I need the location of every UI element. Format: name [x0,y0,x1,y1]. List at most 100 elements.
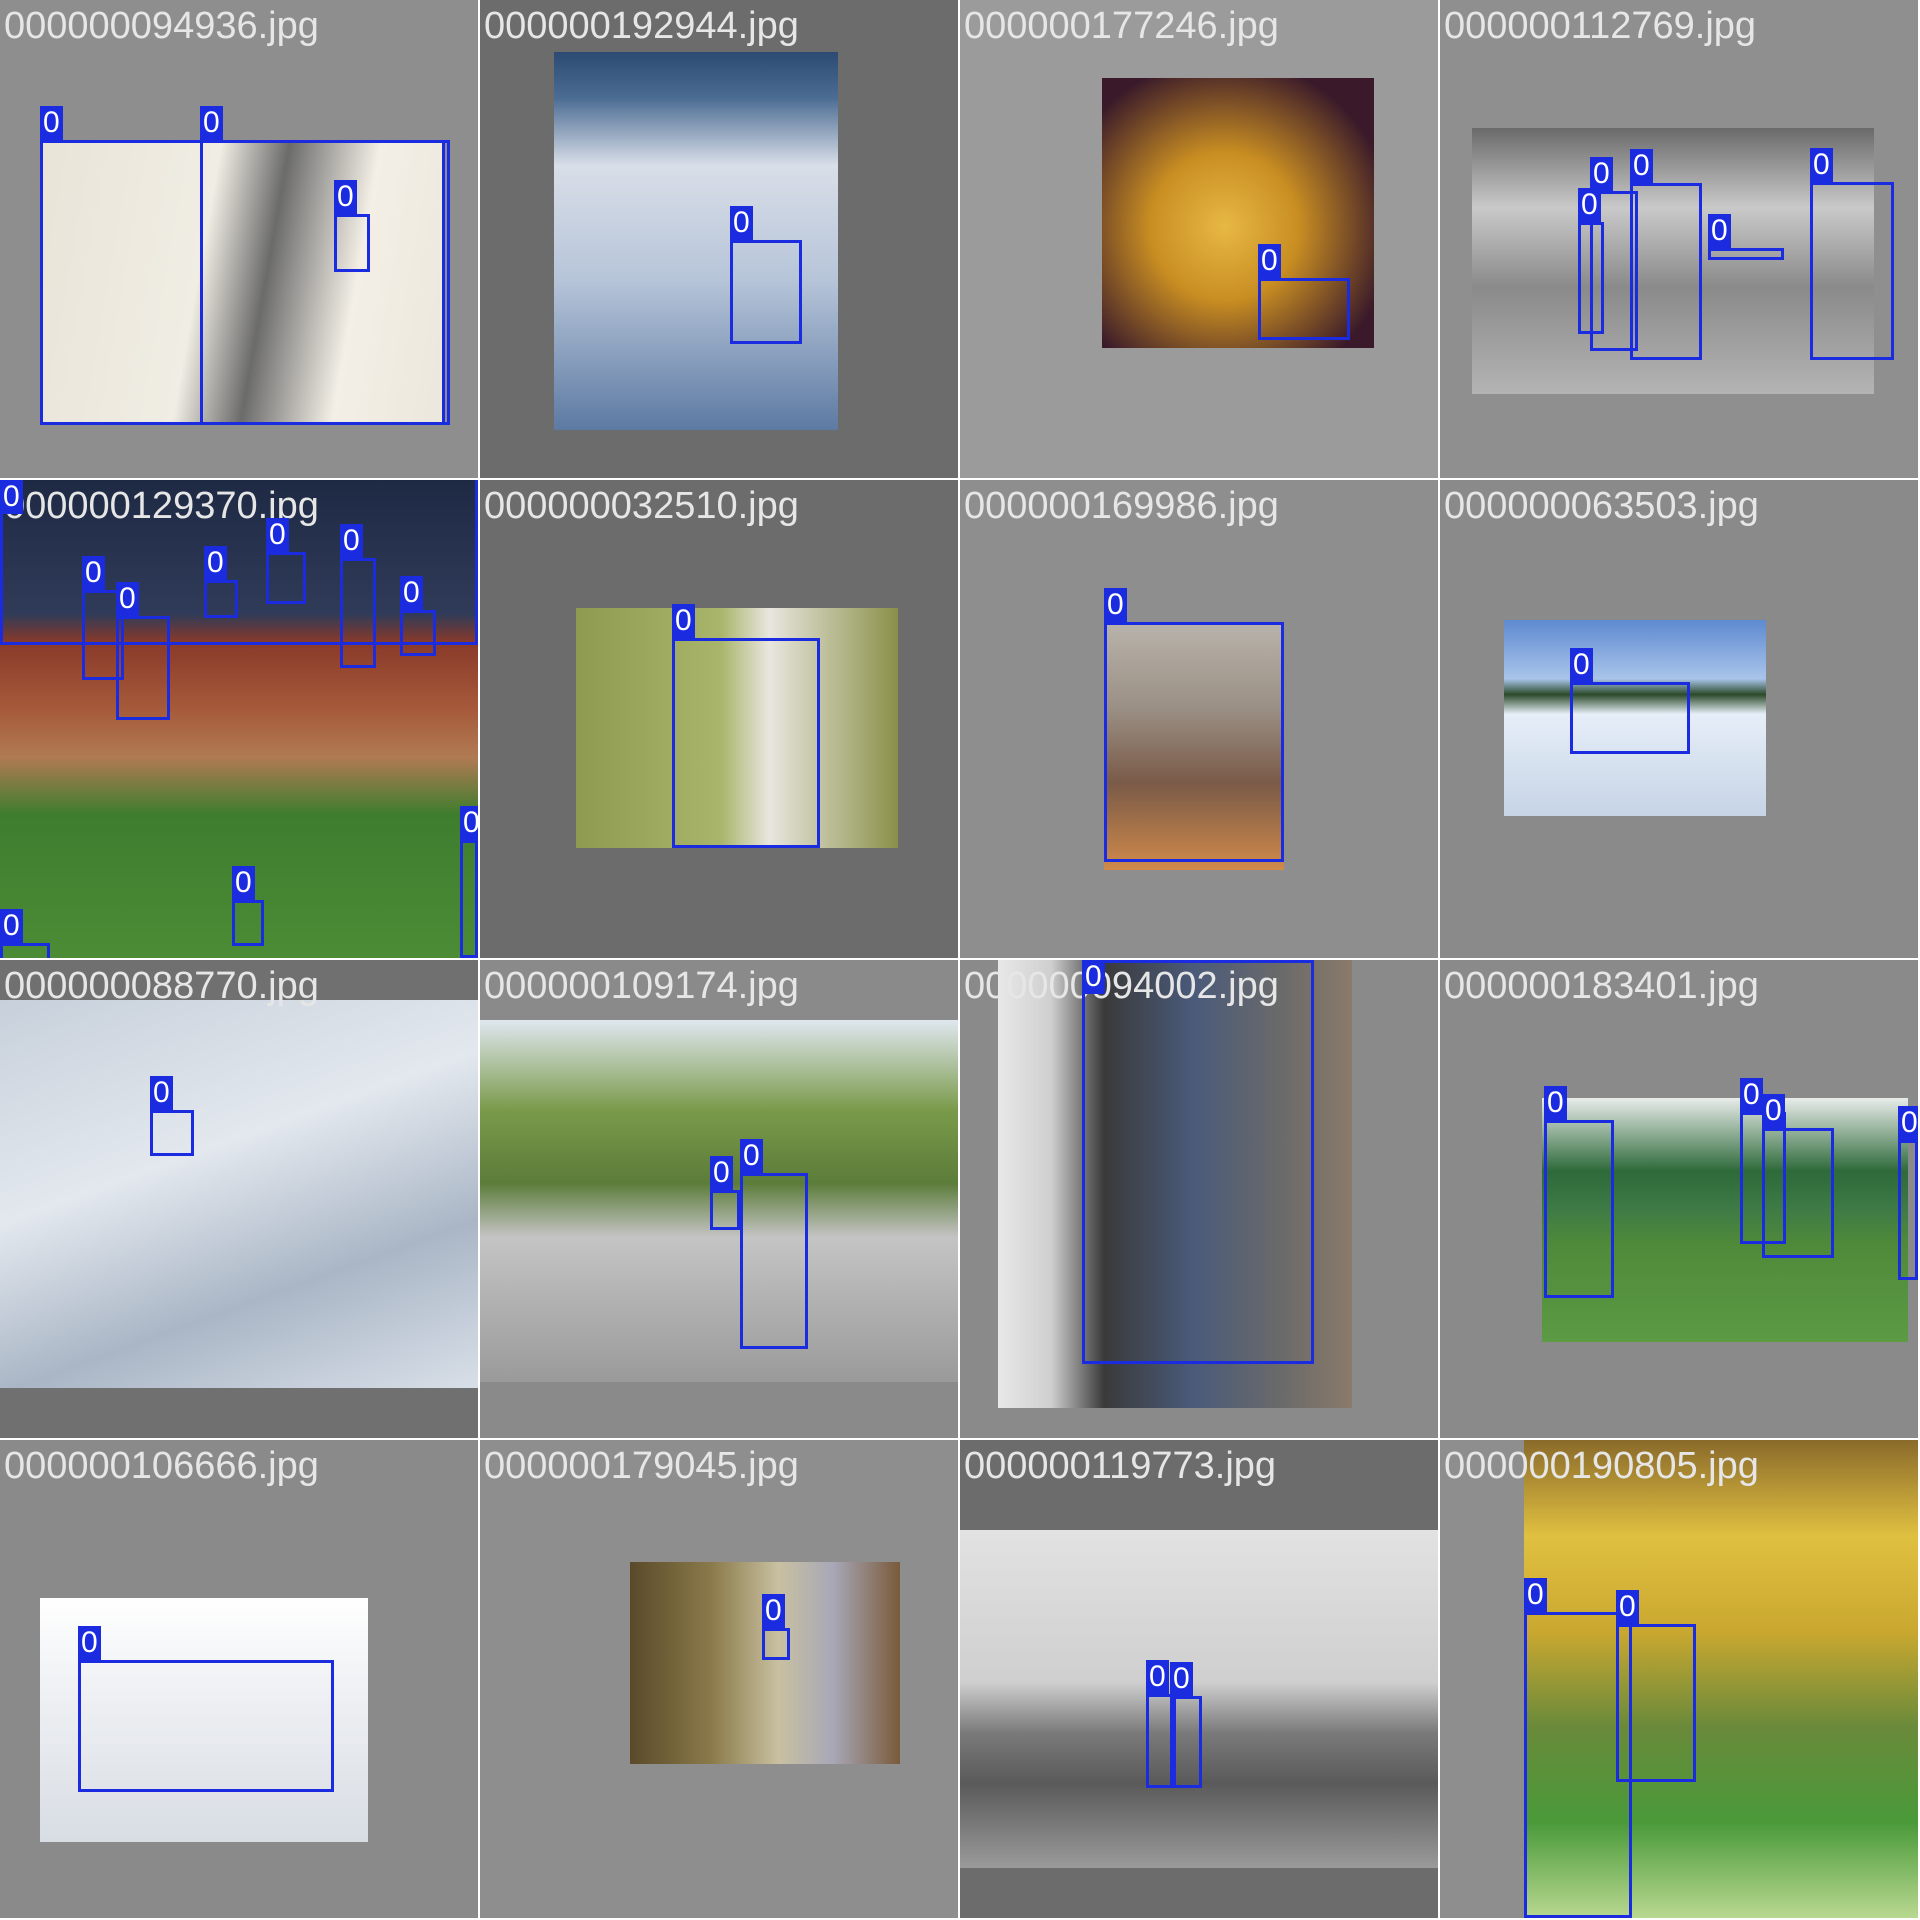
tile: 000000179045.jpg 0 [480,1440,958,1918]
detection-box [762,1628,790,1660]
detection-class-label: 0 [400,576,423,610]
tile-photo [0,1000,478,1388]
detection-class-label: 0 [266,518,289,552]
detection-class-label: 0 [200,106,223,140]
tile-filename: 000000094936.jpg [4,5,319,47]
detection-class-label: 0 [1578,188,1601,222]
tile: 000000190805.jpg 0 0 [1440,1440,1918,1918]
tile-filename: 000000032510.jpg [484,485,799,527]
detection-box [116,616,170,720]
detection-class-label: 0 [340,524,363,558]
detection-class-label: 0 [1570,648,1593,682]
tile: 000000183401.jpg 0 0 0 0 [1440,960,1918,1438]
detection-box [1544,1120,1614,1298]
detection-box [1708,248,1784,260]
detection-box [460,840,478,958]
detection-box [1104,622,1284,862]
detection-class-label: 0 [78,1626,101,1660]
tile-filename: 000000183401.jpg [1444,965,1759,1007]
detection-class-label: 0 [0,909,23,943]
detection-box [334,214,370,272]
tile: 000000032510.jpg 0 [480,480,958,958]
detection-class-label: 0 [1544,1086,1567,1120]
tile-filename: 000000177246.jpg [964,5,1279,47]
detection-class-label: 0 [0,480,23,514]
detection-class-label: 0 [710,1156,733,1190]
detection-class-label: 0 [204,546,227,580]
tile-filename: 000000106666.jpg [4,1445,319,1487]
detection-class-label: 0 [740,1139,763,1173]
detection-class-label: 0 [1762,1094,1785,1128]
tile-filename: 000000112769.jpg [1444,5,1757,47]
tile-filename: 000000190805.jpg [1444,1445,1759,1487]
detection-class-label: 0 [1258,244,1281,278]
tile: 000000177246.jpg 0 [960,0,1438,478]
detection-box [730,240,802,344]
tile-filename: 000000063503.jpg [1444,485,1759,527]
detection-box [78,1660,334,1792]
detection-class-label: 0 [762,1594,785,1628]
detection-class-label: 0 [1524,1578,1547,1612]
detection-box [1082,960,1314,1364]
detection-class-label: 0 [1590,157,1613,191]
detection-class-label: 0 [1740,1078,1763,1112]
tile: 000000119773.jpg 0 0 [960,1440,1438,1918]
detection-class-label: 0 [672,604,695,638]
tile: 000000169986.jpg 0 [960,480,1438,958]
tile-filename: 000000179045.jpg [484,1445,799,1487]
detection-class-label: 0 [334,180,357,214]
detection-class-label: 0 [1810,148,1833,182]
detection-box [1578,222,1604,334]
tile: 000000094936.jpg 0 0 0 [0,0,478,478]
detection-box [740,1173,808,1349]
detection-box [200,140,450,425]
tile: 000000112769.jpg 0 0 0 0 0 [1440,0,1918,478]
detection-box [400,610,436,656]
tile: 000000106666.jpg 0 [0,1440,478,1918]
tile: 000000094002.jpg 0 [960,960,1438,1438]
detection-class-label: 0 [82,556,105,590]
tile-filename: 000000192944.jpg [484,5,799,47]
detection-mosaic: 000000094936.jpg 0 0 0 000000192944.jpg 0 0000… [0,0,1920,1920]
detection-class-label: 0 [232,866,255,900]
detection-box [1570,682,1690,754]
detection-class-label: 0 [150,1076,173,1110]
detection-box [0,943,50,958]
tile-filename: 000000088770.jpg [4,965,319,1007]
detection-class-label: 0 [1630,149,1653,183]
detection-class-label: 0 [1708,214,1731,248]
tile: 000000129370.jpg 0 0 0 0 0 0 0 0 0 0 [0,480,478,958]
detection-class-label: 0 [116,582,139,616]
detection-box [1810,182,1894,360]
detection-box [1630,183,1702,360]
tile-filename: 000000109174.jpg [484,965,799,1007]
detection-class-label: 0 [1104,588,1127,622]
detection-box [1762,1128,1834,1258]
detection-class-label: 0 [1898,1106,1918,1140]
detection-class-label: 0 [1616,1590,1639,1624]
detection-box [150,1110,194,1156]
detection-class-label: 0 [40,106,63,140]
detection-class-label: 0 [460,806,478,840]
detection-box [710,1190,740,1230]
detection-box [1170,1696,1202,1788]
tile: 000000192944.jpg 0 [480,0,958,478]
tile-filename: 000000119773.jpg [964,1445,1277,1487]
detection-class-label: 0 [730,206,753,240]
detection-class-label: 0 [1146,1660,1169,1694]
detection-box [232,900,264,946]
tile-filename: 000000169986.jpg [964,485,1279,527]
tile: 000000063503.jpg 0 [1440,480,1918,958]
detection-box [1898,1140,1918,1280]
detection-class-label: 0 [1082,960,1105,994]
tile: 000000109174.jpg 0 0 [480,960,958,1438]
detection-class-label: 0 [1170,1662,1193,1696]
detection-box [204,580,238,618]
tile-photo [630,1562,900,1764]
detection-box [672,638,820,848]
detection-box [1258,278,1350,340]
detection-box [1616,1624,1696,1782]
detection-box [266,552,306,604]
tile: 000000088770.jpg 0 [0,960,478,1438]
detection-box [340,558,376,668]
